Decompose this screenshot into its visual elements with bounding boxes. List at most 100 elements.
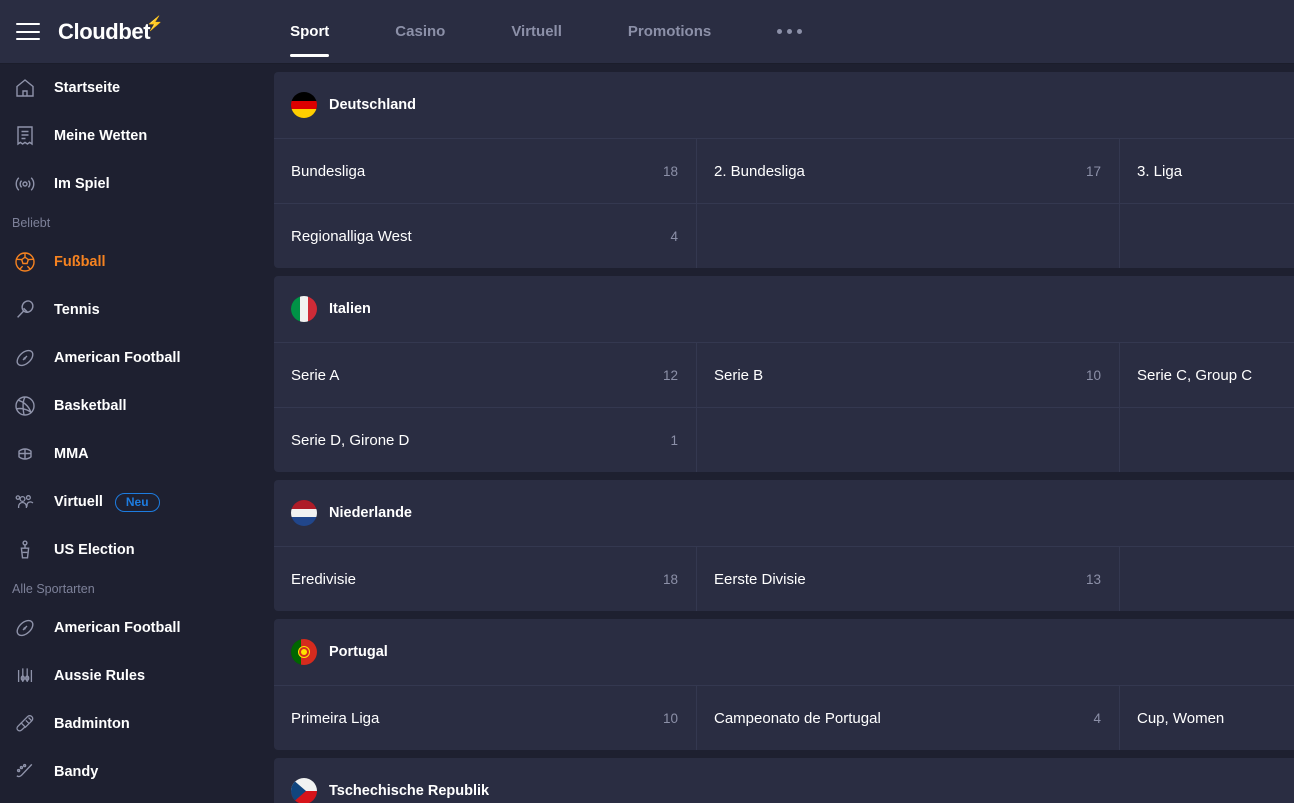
sidebar-item-aussie-rules[interactable]: Aussie Rules	[0, 652, 247, 700]
sidebar-item-basketball[interactable]: Basketball	[0, 382, 247, 430]
league-name: Campeonato de Portugal	[714, 709, 881, 727]
nav-tab-casino[interactable]: Casino	[385, 0, 455, 64]
mma-glove-icon	[10, 439, 40, 469]
country-header[interactable]: Portugal	[274, 619, 1294, 685]
nav-tab-promotions[interactable]: Promotions	[618, 0, 721, 64]
sidebar-item-label: American Football	[54, 350, 181, 366]
flag-czech-republic-icon	[291, 778, 317, 803]
sidebar-item-all-american-football[interactable]: American Football	[0, 604, 247, 652]
sidebar-item-fussball[interactable]: Fußball	[0, 238, 247, 286]
sidebar-item-label: US Election	[54, 542, 135, 558]
league-name: Serie A	[291, 366, 340, 384]
brand-logo[interactable]: Cloudbet ⚡	[58, 15, 164, 45]
flag-germany-icon	[291, 92, 317, 118]
sidebar-item-label: Im Spiel	[54, 176, 110, 192]
league-cell-empty	[697, 407, 1120, 472]
country-header[interactable]: Niederlande	[274, 480, 1294, 546]
league-cell[interactable]: Serie D, Girone D 1	[274, 407, 697, 472]
country-header[interactable]: Italien	[274, 276, 1294, 342]
nav-tab-sport[interactable]: Sport	[280, 0, 339, 64]
podium-icon	[10, 535, 40, 565]
country-card-italien: Italien Serie A 12 Serie B 10 Serie C, G…	[274, 276, 1294, 472]
league-cell[interactable]: Cup, Women	[1120, 685, 1294, 750]
league-cell[interactable]: Serie A 12	[274, 342, 697, 407]
league-name: Eredivisie	[291, 570, 357, 588]
sidebar-item-label: MMA	[54, 446, 89, 462]
bandy-stick-icon	[10, 757, 40, 787]
sidebar-item-im-spiel[interactable]: Im Spiel	[0, 160, 247, 208]
league-name: Serie D, Girone D	[291, 431, 410, 449]
sidebar-item-american-football[interactable]: American Football	[0, 334, 247, 382]
nav-tab-virtuell-label: Virtuell	[511, 23, 562, 40]
country-name: Tschechische Republik	[329, 783, 490, 799]
league-cell[interactable]: 2. Bundesliga 17	[697, 138, 1120, 203]
league-cell-empty	[697, 203, 1120, 268]
league-name: Eerste Divisie	[714, 570, 806, 588]
league-cell[interactable]: Campeonato de Portugal 4	[697, 685, 1120, 750]
league-grid: Primeira Liga 10 Campeonato de Portugal …	[274, 685, 1294, 750]
sidebar-item-tennis[interactable]: Tennis	[0, 286, 247, 334]
league-count: 1	[670, 432, 678, 448]
country-name: Deutschland	[329, 97, 417, 113]
hamburger-menu-icon[interactable]	[16, 23, 40, 40]
country-card-portugal: Portugal Primeira Liga 10 Campeonato de …	[274, 619, 1294, 750]
status-badge-neu: Neu	[114, 492, 160, 512]
nav-tab-promotions-label: Promotions	[627, 23, 712, 40]
league-name: Serie C, Group C	[1137, 366, 1253, 384]
league-name: Bundesliga	[291, 162, 366, 180]
league-cell[interactable]: Eerste Divisie 13	[697, 546, 1120, 611]
sidebar-item-label: Tennis	[54, 302, 100, 318]
league-name: Primeira Liga	[291, 709, 380, 727]
league-cell[interactable]: 3. Liga	[1120, 138, 1294, 203]
league-count: 4	[1093, 710, 1101, 726]
league-count: 10	[662, 710, 678, 726]
sidebar: Startseite Meine Wetten Im Spiel Beliebt	[0, 64, 247, 803]
american-football-icon	[10, 613, 40, 643]
sidebar-item-us-election[interactable]: US Election	[0, 526, 247, 574]
league-name: Cup, Women	[1137, 709, 1225, 727]
league-cell-empty	[1120, 407, 1294, 472]
league-list-panel: Deutschland Bundesliga 18 2. Bundesliga …	[247, 64, 1294, 803]
sidebar-item-virtuell[interactable]: Virtuell Neu	[0, 478, 247, 526]
league-cell[interactable]: Serie B 10	[697, 342, 1120, 407]
league-cell[interactable]: Eredivisie 18	[274, 546, 697, 611]
league-cell[interactable]: Primeira Liga 10	[274, 685, 697, 750]
brand-name: Cloudbet	[58, 18, 151, 44]
bet-slip-icon	[10, 121, 40, 151]
sidebar-item-badminton[interactable]: Badminton	[0, 700, 247, 748]
sidebar-item-startseite[interactable]: Startseite	[0, 64, 247, 112]
sidebar-item-label: Virtuell	[54, 494, 103, 510]
country-card-niederlande: Niederlande Eredivisie 18 Eerste Divisie…	[274, 480, 1294, 611]
sidebar-item-mma[interactable]: MMA	[0, 430, 247, 478]
country-card-deutschland: Deutschland Bundesliga 18 2. Bundesliga …	[274, 72, 1294, 268]
sidebar-item-label: Meine Wetten	[54, 128, 148, 144]
sidebar-item-label: Aussie Rules	[54, 668, 146, 684]
basketball-icon	[10, 391, 40, 421]
nav-tab-virtuell[interactable]: Virtuell	[501, 0, 572, 64]
league-grid: Serie A 12 Serie B 10 Serie C, Group C S…	[274, 342, 1294, 472]
country-header[interactable]: Deutschland	[274, 72, 1294, 138]
lightning-bolt-icon: ⚡	[146, 14, 164, 31]
country-name: Portugal	[329, 644, 388, 660]
virtual-people-icon	[10, 487, 40, 517]
badminton-shuttlecock-icon	[10, 709, 40, 739]
league-cell[interactable]: Regionalliga West 4	[274, 203, 697, 268]
sidebar-item-meine-wetten[interactable]: Meine Wetten	[0, 112, 247, 160]
league-count: 13	[1085, 571, 1101, 587]
league-cell[interactable]: Serie C, Group C	[1120, 342, 1294, 407]
sidebar-item-label: Basketball	[54, 398, 127, 414]
league-grid: Bundesliga 18 2. Bundesliga 17 3. Liga R…	[274, 138, 1294, 268]
sidebar-item-label: Badminton	[54, 716, 130, 732]
country-header[interactable]: Tschechische Republik	[274, 758, 1294, 803]
sidebar-item-bandy[interactable]: Bandy	[0, 748, 247, 796]
nav-tab-casino-label: Casino	[395, 23, 446, 40]
more-options-icon[interactable]	[767, 29, 812, 34]
league-count: 12	[662, 367, 678, 383]
sidebar-item-label: American Football	[54, 620, 181, 636]
league-name: 3. Liga	[1137, 162, 1183, 180]
country-name: Italien	[329, 301, 371, 317]
sidebar-item-label: Bandy	[54, 764, 99, 780]
home-icon	[10, 73, 40, 103]
league-cell[interactable]: Bundesliga 18	[274, 138, 697, 203]
league-name: 2. Bundesliga	[714, 162, 805, 180]
